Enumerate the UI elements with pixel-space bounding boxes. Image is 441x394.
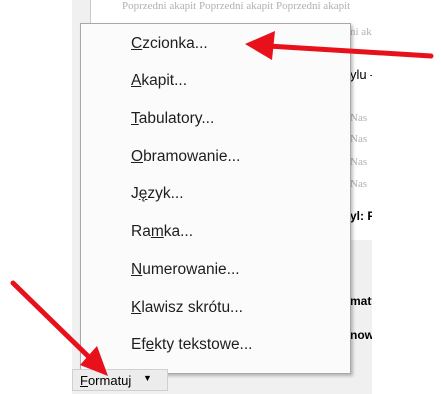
preview-text-fragment: Nas xyxy=(350,133,368,145)
format-button-label: Formatuj xyxy=(80,373,132,388)
preview-text-fragment: Nas xyxy=(350,112,368,124)
dropdown-caret-icon: ▼ xyxy=(143,373,152,383)
menu-item-language[interactable]: Język... xyxy=(131,185,184,203)
option-label-fragment: nowy xyxy=(350,328,372,342)
preview-text-fragment: ni ak xyxy=(350,26,372,38)
menu-item-text-effects[interactable]: Efekty tekstowe... xyxy=(131,336,252,354)
format-dropdown-button[interactable]: Formatuj ▼ xyxy=(72,369,168,391)
style-summary-fragment: yl: Po xyxy=(350,209,372,223)
format-menu: Czcionka... Akapit... Tabulatory... Obra… xyxy=(80,23,351,374)
preview-previous-paragraph: Poprzedni akapit Poprzedni akapit Poprze… xyxy=(122,0,351,12)
menu-item-font[interactable]: Czcionka... xyxy=(131,35,208,53)
style-description-fragment: ylu – xyxy=(350,67,372,82)
menu-item-tabs[interactable]: Tabulatory... xyxy=(131,110,214,128)
menu-item-borders[interactable]: Obramowanie... xyxy=(131,148,240,166)
menu-item-paragraph[interactable]: Akapit... xyxy=(131,72,187,90)
preview-text-fragment: Nas xyxy=(350,156,368,168)
menu-item-shortcut-key[interactable]: Klawisz skrótu... xyxy=(131,299,243,317)
menu-item-frame[interactable]: Ramka... xyxy=(131,223,193,241)
preview-text-fragment: Nas xyxy=(350,178,368,190)
menu-item-numbering[interactable]: Numerowanie... xyxy=(131,261,240,279)
option-label-fragment: matyw xyxy=(350,294,372,308)
